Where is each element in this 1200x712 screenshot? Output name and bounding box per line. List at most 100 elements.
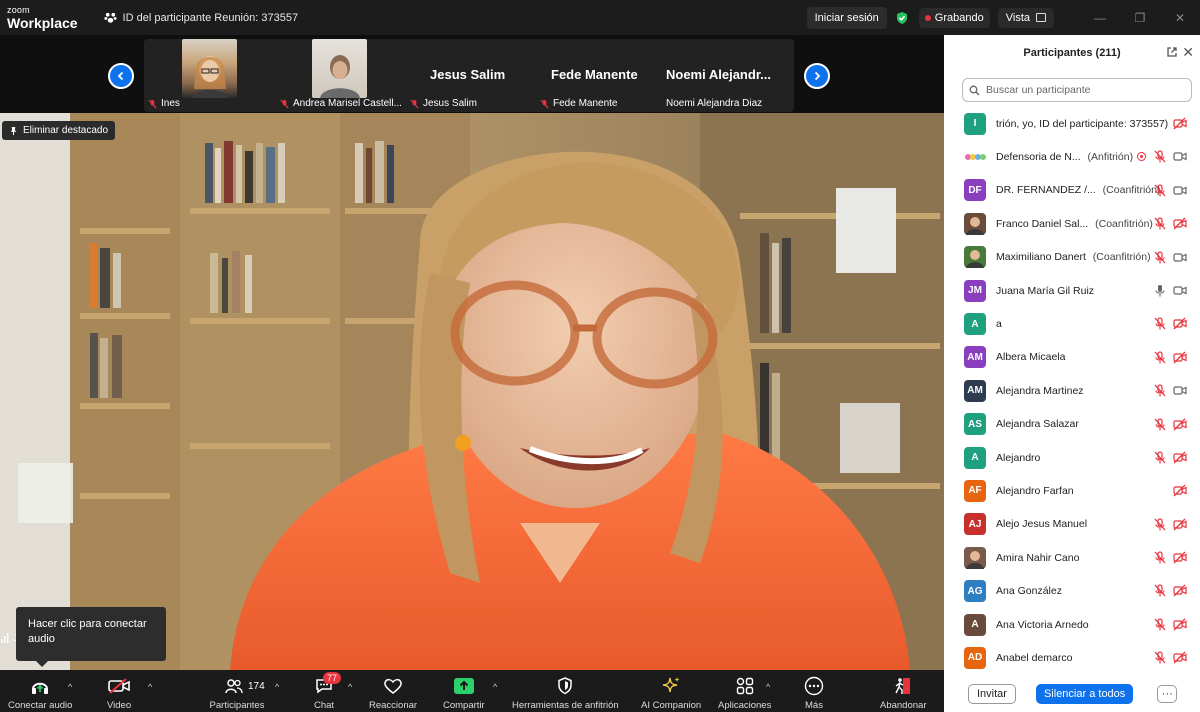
participant-row[interactable]: Amira Nahir Cano — [944, 541, 1200, 574]
thumbnail-name: Fede Manente — [540, 98, 618, 109]
minimize-button[interactable]: — — [1080, 0, 1120, 35]
participant-row[interactable]: AG Ana González — [944, 574, 1200, 607]
video-thumbnail[interactable]: Ines — [144, 39, 274, 112]
chat-button[interactable]: 77 Chat — [313, 672, 342, 711]
participant-name-text: a — [996, 318, 1002, 331]
share-button[interactable]: Compartir — [443, 676, 485, 711]
video-thumbnail[interactable]: Noemi Alejandr... Noemi Alejandra Diaz — [662, 39, 792, 112]
participant-row[interactable]: JM Juana María Gil Ruiz — [944, 274, 1200, 307]
video-options-caret-icon[interactable]: ^ — [148, 682, 152, 692]
search-participant-input[interactable]: Buscar un participante — [962, 78, 1192, 102]
mic-muted-icon[interactable] — [1153, 150, 1167, 163]
ai-companion-button[interactable]: AI Companion — [641, 676, 701, 711]
panel-more-button[interactable]: ··· — [1157, 685, 1178, 703]
mic-muted-icon[interactable] — [1153, 584, 1167, 597]
mic-muted-icon[interactable] — [1153, 518, 1167, 531]
video-on-icon[interactable] — [1173, 284, 1187, 297]
chat-caret-icon[interactable]: ^ — [348, 682, 352, 692]
participant-row[interactable]: AM Alejandra Martinez — [944, 374, 1200, 407]
close-window-button[interactable]: ✕ — [1160, 0, 1200, 35]
prev-page-button[interactable] — [108, 63, 134, 89]
shield-check-icon[interactable] — [895, 11, 909, 25]
invite-button[interactable]: Invitar — [968, 684, 1016, 704]
video-thumbnail[interactable]: Andrea Marisel Castell... — [276, 39, 406, 112]
mic-muted-icon[interactable] — [1153, 317, 1167, 330]
mic-muted-icon[interactable] — [1153, 217, 1167, 230]
remove-spotlight-button[interactable]: Eliminar destacado — [2, 121, 116, 140]
video-button[interactable]: Video — [107, 676, 131, 711]
recording-status-icon — [1137, 152, 1146, 162]
video-off-icon[interactable] — [1173, 351, 1187, 364]
host-tools-button[interactable]: Herramientas de anfitrión — [512, 676, 619, 711]
video-off-icon[interactable] — [1173, 551, 1187, 564]
more-label: Más — [805, 700, 823, 711]
mic-muted-icon[interactable] — [1153, 417, 1167, 431]
participant-row[interactable]: AD Anabel demarco — [944, 641, 1200, 674]
audio-options-caret-icon[interactable]: ^ — [68, 682, 72, 692]
participant-row[interactable]: AM Albera Micaela — [944, 341, 1200, 374]
participant-row[interactable]: Maximiliano Danert (Coanfitrión) — [944, 241, 1200, 274]
video-on-icon[interactable] — [1173, 150, 1187, 163]
video-off-icon[interactable] — [1173, 651, 1187, 664]
view-button[interactable]: Vista — [997, 7, 1054, 28]
participant-row[interactable]: Franco Daniel Sal... (Coanfitrión) — [944, 207, 1200, 240]
video-off-icon[interactable] — [1173, 217, 1187, 230]
participant-row[interactable]: DF DR. FERNANDEZ /... (Coanfitrión) — [944, 174, 1200, 207]
mic-muted-icon[interactable] — [1153, 551, 1167, 564]
video-off-icon[interactable] — [1173, 518, 1187, 531]
mic-muted-icon[interactable] — [1153, 651, 1167, 664]
video-on-icon[interactable] — [1173, 384, 1187, 397]
search-icon — [969, 85, 980, 95]
participant-row[interactable]: A Ana Victoria Arnedo — [944, 608, 1200, 641]
participant-row[interactable]: A Alejandro — [944, 441, 1200, 474]
mute-all-button[interactable]: Silenciar a todos — [1035, 684, 1134, 704]
recording-dot-icon — [924, 14, 931, 21]
video-thumbnail[interactable]: Fede Manente Fede Manente — [536, 39, 661, 112]
video-off-icon[interactable] — [1173, 317, 1187, 330]
mic-muted-icon[interactable] — [1153, 451, 1167, 464]
next-page-button[interactable] — [804, 63, 830, 89]
signin-button[interactable]: Iniciar sesión — [806, 6, 887, 29]
video-off-icon[interactable] — [1173, 484, 1187, 497]
participant-row[interactable]: AF Alejandro Farfan — [944, 474, 1200, 507]
meeting-info[interactable]: ID del participante Reunión: 373557 — [103, 11, 299, 24]
video-off-icon[interactable] — [1173, 451, 1187, 464]
participant-row[interactable]: AJ Alejo Jesus Manuel — [944, 508, 1200, 541]
title-bar: zoom Workplace ID del participante Reuni… — [0, 0, 1200, 35]
participants-caret-icon[interactable]: ^ — [275, 682, 279, 692]
apps-caret-icon[interactable]: ^ — [766, 682, 770, 692]
mic-muted-icon[interactable] — [1153, 618, 1167, 631]
close-panel-icon[interactable]: ✕ — [1182, 44, 1194, 61]
video-off-icon[interactable] — [1173, 418, 1187, 431]
mic-muted-icon[interactable] — [1153, 250, 1167, 264]
mic-muted-icon[interactable] — [1153, 384, 1167, 397]
participants-button[interactable]: 174 Participantes — [205, 676, 269, 711]
sparkle-icon — [660, 676, 682, 696]
participant-row[interactable]: Itrión, yo, ID del participante: 373557) — [944, 107, 1200, 140]
chat-icon: 77 — [313, 672, 342, 696]
video-off-icon[interactable] — [1173, 584, 1187, 597]
apps-button[interactable]: Aplicaciones — [718, 676, 771, 711]
video-on-icon[interactable] — [1173, 251, 1187, 264]
video-thumbnail[interactable]: Jesus Salim Jesus Salim — [406, 39, 536, 112]
video-off-icon[interactable] — [1173, 618, 1187, 631]
mic-muted-icon[interactable] — [1153, 184, 1167, 197]
react-button[interactable]: Reaccionar — [369, 676, 417, 711]
mic-on-icon[interactable] — [1153, 284, 1167, 297]
participant-row[interactable]: AS Alejandra Salazar — [944, 408, 1200, 441]
participants-count: 174 — [248, 680, 265, 692]
maximize-button[interactable]: ❐ — [1120, 0, 1160, 35]
mic-muted-icon[interactable] — [1153, 351, 1167, 364]
participant-row[interactable]: Defensoria de N... (Anfitrión) — [944, 140, 1200, 173]
participant-row[interactable]: Aa — [944, 307, 1200, 340]
pop-out-icon[interactable] — [1166, 46, 1178, 58]
active-speaker-video[interactable] — [0, 113, 944, 670]
more-button[interactable]: Más — [803, 676, 825, 711]
recording-indicator[interactable]: Grabando — [918, 7, 990, 28]
video-off-icon[interactable] — [1173, 117, 1187, 130]
video-on-icon[interactable] — [1173, 184, 1187, 197]
share-caret-icon[interactable]: ^ — [493, 682, 497, 692]
leave-button[interactable]: Abandonar — [880, 676, 926, 711]
connect-audio-button[interactable]: Conectar audio — [8, 676, 72, 711]
meeting-id-text: ID del participante Reunión: 373557 — [122, 11, 299, 24]
